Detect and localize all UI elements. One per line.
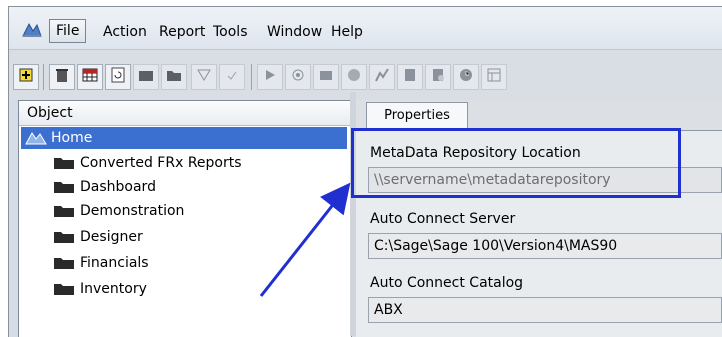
app-logo-icon xyxy=(21,21,43,39)
menu-file[interactable]: File xyxy=(49,19,87,43)
folder-dark-icon xyxy=(166,68,182,86)
grid-icon xyxy=(82,68,98,86)
globe-button[interactable] xyxy=(341,64,367,90)
annotation-arrow xyxy=(259,182,351,297)
folder-icon xyxy=(54,182,74,193)
tree-item-dashboard[interactable]: Dashboard xyxy=(53,175,156,199)
view-button[interactable] xyxy=(313,64,339,90)
menu-window[interactable]: Window xyxy=(261,21,328,43)
folder-icon xyxy=(54,258,74,269)
tree-item-label: Dashboard xyxy=(80,179,156,195)
folder-icon xyxy=(54,158,74,169)
menu-action[interactable]: Action xyxy=(97,21,153,43)
play-icon xyxy=(264,69,276,85)
report-design-button[interactable] xyxy=(133,64,159,90)
tree-item-home[interactable]: Home xyxy=(21,127,347,149)
tree-item-label: Financials xyxy=(80,255,149,271)
tree-item-financials[interactable]: Financials xyxy=(53,251,149,275)
menu-report[interactable]: Report xyxy=(153,21,211,43)
refresh-button[interactable] xyxy=(105,64,131,90)
toolbar-separator xyxy=(251,64,252,90)
globe-icon xyxy=(347,68,361,86)
tree-item-demonstration[interactable]: Demonstration xyxy=(53,199,184,223)
new-item-button[interactable] xyxy=(13,64,39,90)
tree-item-label: Inventory xyxy=(80,281,147,297)
highlight-box xyxy=(351,128,681,198)
delete-button[interactable] xyxy=(49,64,75,90)
tree-item-label: Designer xyxy=(80,229,143,245)
open-folder-button[interactable] xyxy=(161,64,187,90)
layout-icon xyxy=(487,68,501,86)
folder-icon xyxy=(54,232,74,243)
folder-icon xyxy=(54,284,74,295)
toolbar-separator xyxy=(43,64,44,90)
print-button[interactable] xyxy=(397,64,423,90)
tree-item-label: Home xyxy=(51,130,93,146)
print-preview-icon xyxy=(431,68,445,86)
view-icon xyxy=(319,68,333,86)
delete-icon xyxy=(55,67,69,87)
object-panel-header: Object xyxy=(19,101,351,126)
tree-item-label: Converted FRx Reports xyxy=(80,155,242,171)
tree-item-label: Demonstration xyxy=(80,203,185,219)
check-icon xyxy=(225,68,239,86)
grid-button[interactable] xyxy=(77,64,103,90)
folder-icon xyxy=(54,206,74,217)
layout-button[interactable] xyxy=(481,64,507,90)
tree-item-inventory[interactable]: Inventory xyxy=(53,277,147,301)
toolbar xyxy=(9,49,722,100)
clock-icon xyxy=(459,68,473,86)
refresh-icon xyxy=(111,67,125,87)
auto-connect-catalog-label: Auto Connect Catalog xyxy=(370,275,524,291)
filter-button[interactable] xyxy=(191,64,217,90)
run-button[interactable] xyxy=(257,64,283,90)
menu-help[interactable]: Help xyxy=(325,21,369,43)
check-button[interactable] xyxy=(219,64,245,90)
auto-connect-server-field[interactable]: C:\Sage\Sage 100\Version4\MAS90 xyxy=(368,233,722,259)
connect-button[interactable] xyxy=(285,64,311,90)
menu-tools[interactable]: Tools xyxy=(207,21,254,43)
report-design-icon xyxy=(138,68,154,86)
new-item-icon xyxy=(19,68,33,86)
tree-item-designer[interactable]: Designer xyxy=(53,225,143,249)
connect-icon xyxy=(291,68,305,86)
chart-icon xyxy=(375,68,389,86)
chart-button[interactable] xyxy=(369,64,395,90)
print-preview-button[interactable] xyxy=(425,64,451,90)
home-icon xyxy=(25,130,47,150)
auto-connect-catalog-field[interactable]: ABX xyxy=(368,297,722,323)
tree-item-converted-frx-reports[interactable]: Converted FRx Reports xyxy=(53,151,242,175)
schedule-button[interactable] xyxy=(453,64,479,90)
menu-bar: File Action Report Tools Window Help xyxy=(9,7,722,49)
auto-connect-server-label: Auto Connect Server xyxy=(370,211,516,227)
print-icon xyxy=(403,68,417,86)
filter-icon xyxy=(197,68,211,86)
tab-properties[interactable]: Properties xyxy=(366,102,468,130)
